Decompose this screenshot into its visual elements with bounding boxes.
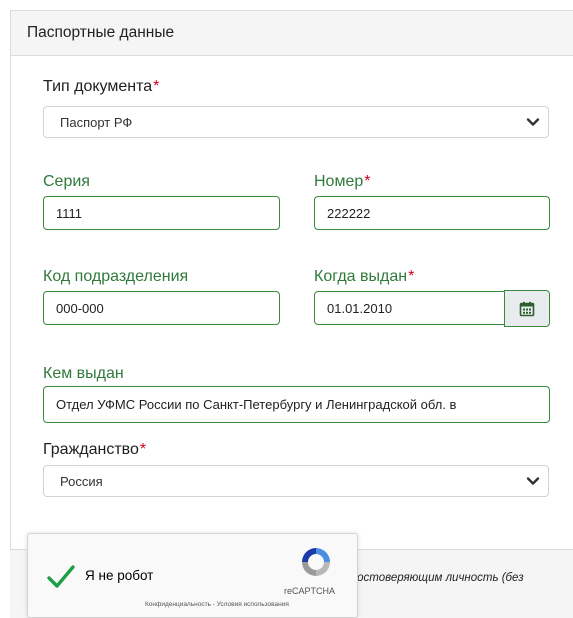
- doc-type-value: Паспорт РФ: [60, 114, 133, 130]
- calendar-button[interactable]: [504, 290, 550, 327]
- required-mark: *: [139, 441, 147, 458]
- citizenship-label: Гражданство*: [43, 441, 147, 458]
- citizenship-select[interactable]: Россия: [43, 465, 549, 497]
- calendar-icon: [519, 301, 535, 316]
- recaptcha-label: Я не робот: [85, 568, 154, 583]
- series-label: Серия: [43, 173, 90, 190]
- issue-date-label: Когда выдан*: [314, 268, 415, 285]
- recaptcha-brand: reCAPTCHA: [284, 586, 336, 596]
- issued-by-label: Кем выдан: [43, 365, 124, 382]
- series-input[interactable]: 1111: [43, 196, 280, 230]
- number-input[interactable]: 222222: [314, 196, 550, 230]
- recaptcha-widget[interactable]: Я не робот reCAPTCHA Конфиденциальность …: [27, 533, 358, 618]
- division-code-value: 000-000: [56, 300, 104, 316]
- number-label: Номер*: [314, 173, 371, 190]
- recaptcha-terms[interactable]: Конфиденциальность - Условия использован…: [145, 601, 289, 608]
- chevron-down-icon: [526, 118, 540, 126]
- checkmark-icon[interactable]: [46, 564, 76, 590]
- recaptcha-logo-icon: [302, 548, 330, 576]
- number-value: 222222: [327, 205, 371, 221]
- required-mark: *: [364, 173, 371, 190]
- panel-title: Паспортные данные: [27, 24, 175, 41]
- division-code-input[interactable]: 000-000: [43, 291, 280, 325]
- required-mark: *: [408, 268, 415, 285]
- series-value: 1111: [56, 205, 83, 221]
- issued-by-value: Отдел УФМС России по Санкт-Петербургу и …: [56, 397, 457, 412]
- panel-header: Паспортные данные: [11, 11, 573, 56]
- consent-text: удостоверяющим личность (без: [345, 572, 524, 584]
- doc-type-select[interactable]: Паспорт РФ: [43, 106, 549, 138]
- required-mark: *: [153, 78, 160, 95]
- issued-by-input[interactable]: Отдел УФМС России по Санкт-Петербургу и …: [43, 386, 550, 423]
- division-code-label: Код подразделения: [43, 268, 189, 285]
- issue-date-value: 01.01.2010: [327, 300, 393, 316]
- doc-type-label: Тип документа*: [43, 78, 160, 95]
- citizenship-value: Россия: [60, 473, 103, 489]
- chevron-down-icon: [526, 477, 540, 485]
- issue-date-input[interactable]: 01.01.2010: [314, 291, 505, 325]
